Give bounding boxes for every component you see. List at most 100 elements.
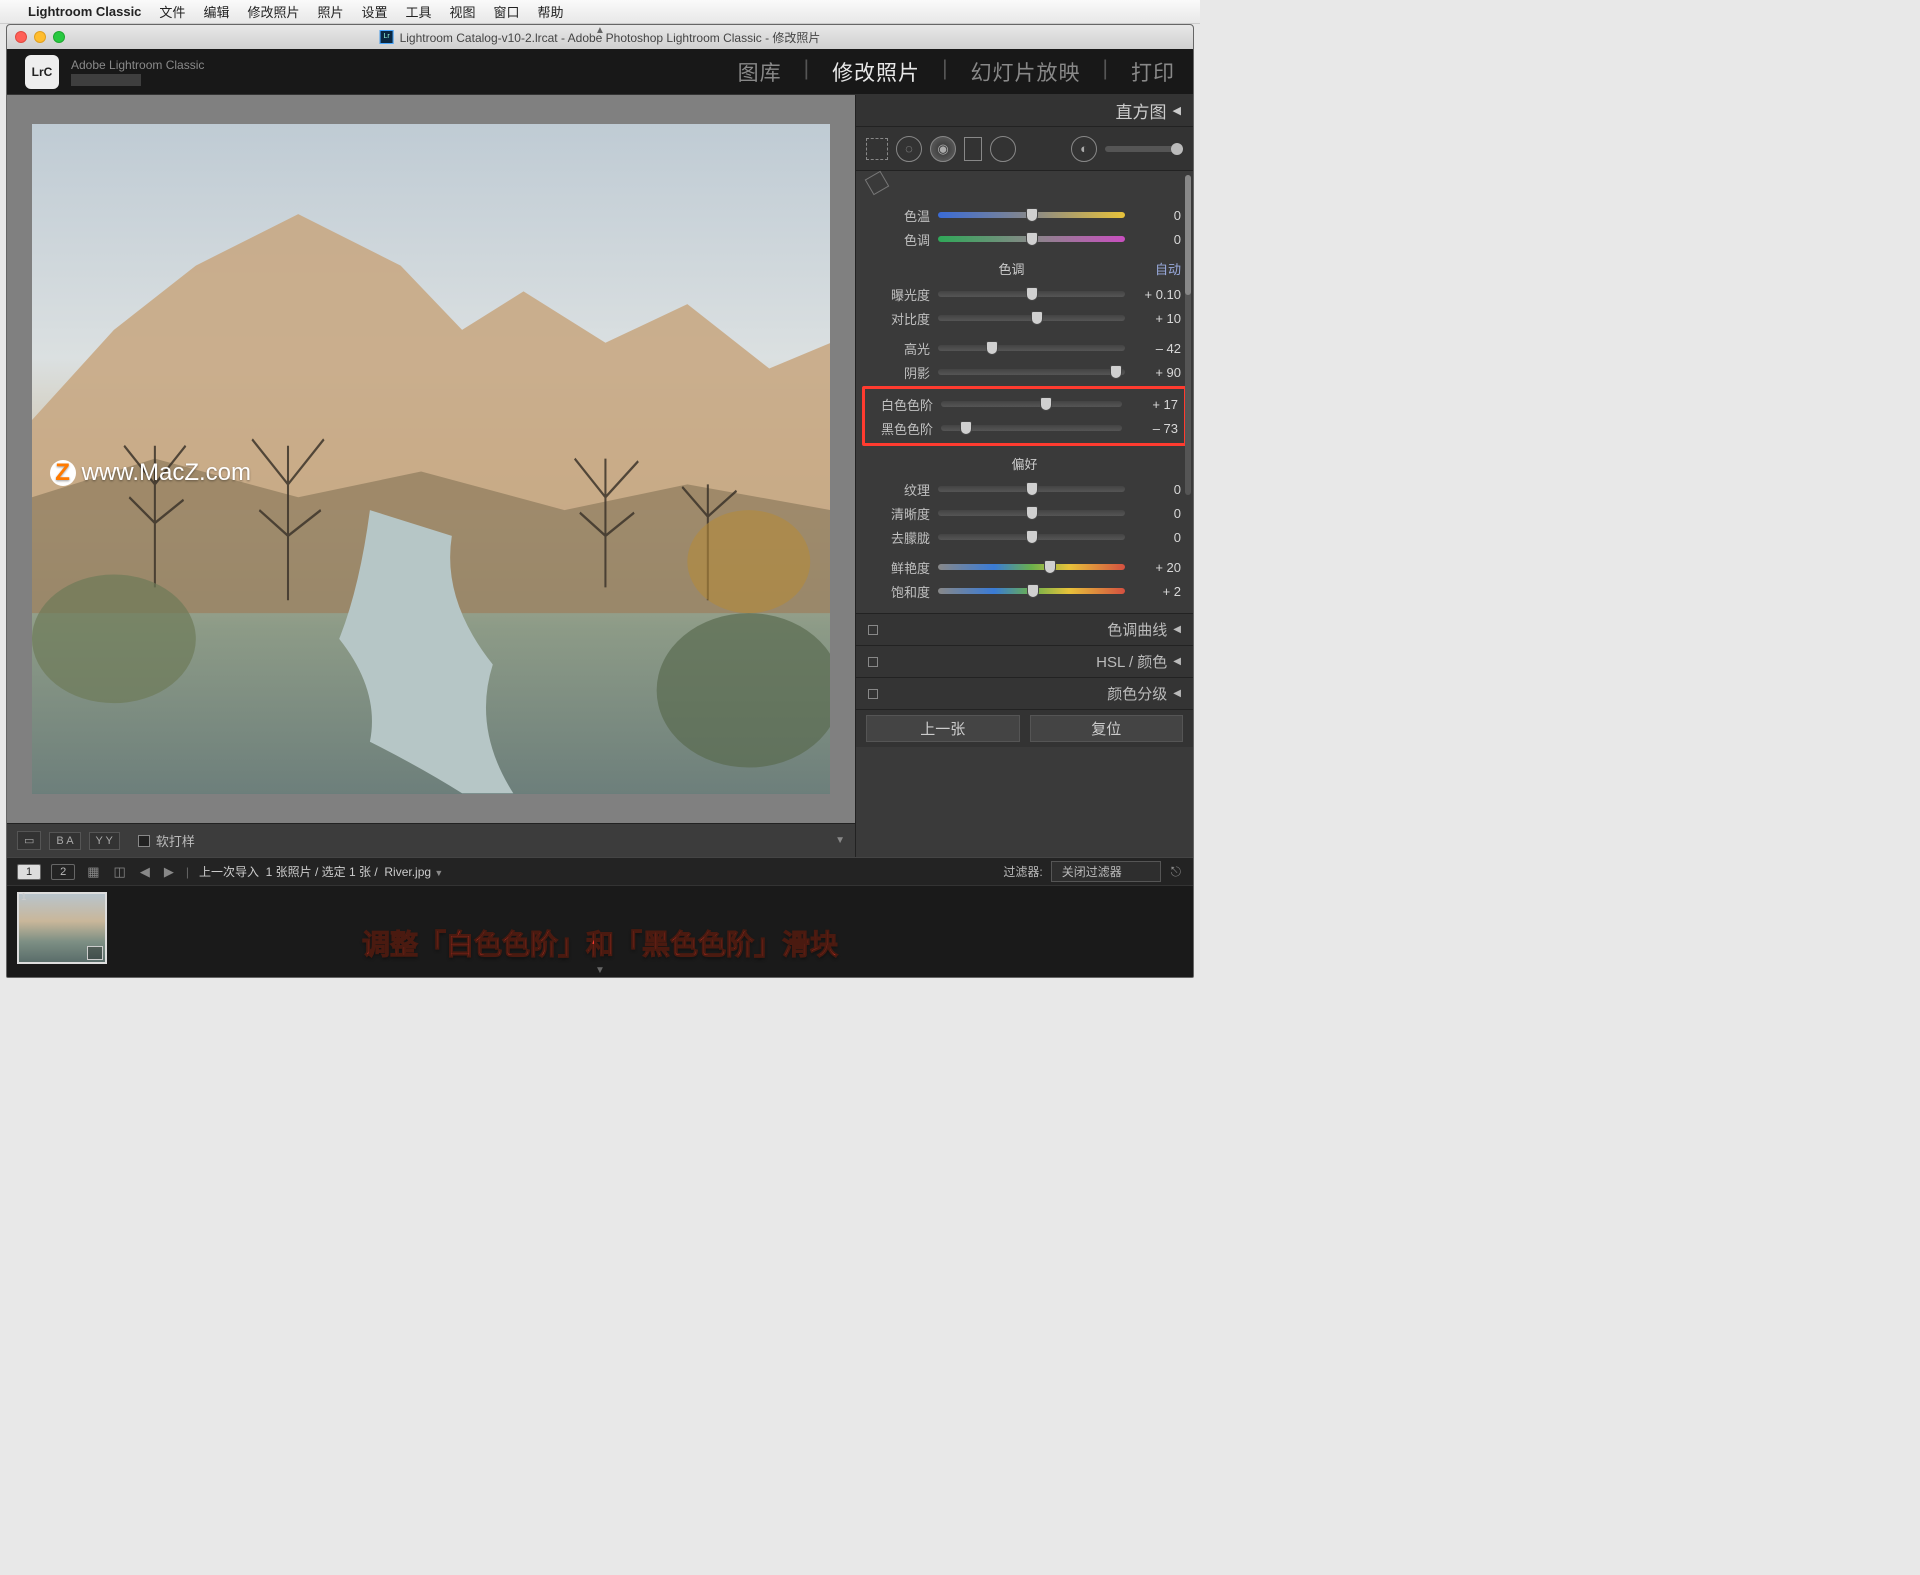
auto-tone-button[interactable]: 自动 [1155, 259, 1181, 278]
right-panel-scrollbar[interactable] [1185, 175, 1191, 495]
filmstrip-thumbnail[interactable]: 1 [17, 892, 107, 964]
texture-slider[interactable]: 纹理 0 [868, 477, 1181, 501]
module-develop[interactable]: 修改照片 [832, 57, 920, 87]
mask-strength-slider[interactable] [1105, 146, 1183, 152]
blacks-slider[interactable]: 黑色色阶 – 73 [865, 416, 1184, 440]
menu-help[interactable]: 帮助 [538, 2, 564, 21]
module-separator: | [804, 57, 810, 87]
module-library[interactable]: 图库 [738, 57, 782, 87]
clarity-slider[interactable]: 清晰度 0 [868, 501, 1181, 525]
tone-curve-panel-header[interactable]: 色调曲线 ◀ [856, 613, 1193, 645]
tint-value[interactable]: 0 [1133, 232, 1181, 247]
collapse-triangle-icon[interactable]: ◀ [1173, 656, 1181, 667]
whites-value[interactable]: + 17 [1130, 397, 1178, 412]
breadcrumb-source[interactable]: 上一次导入 [199, 865, 259, 879]
module-print[interactable]: 打印 [1131, 57, 1175, 87]
view-before-after-lr-button[interactable]: B A [49, 832, 80, 850]
reset-button[interactable]: 复位 [1030, 715, 1184, 742]
panel-toggle-icon[interactable] [868, 625, 878, 635]
loupe-canvas[interactable]: Z www.MacZ.com [7, 95, 855, 823]
color-grading-label: 颜色分级 [1107, 683, 1167, 704]
texture-label: 纹理 [868, 480, 930, 499]
previous-photo-button[interactable]: 上一张 [866, 715, 1020, 742]
spot-removal-tool-icon[interactable]: ◌ [896, 136, 922, 162]
nav-forward-icon[interactable]: ▶ [162, 864, 176, 880]
vibrance-slider[interactable]: 鲜艳度 + 20 [868, 555, 1181, 579]
breadcrumb-filename[interactable]: River.jpg [384, 865, 431, 879]
close-window-button[interactable] [15, 31, 27, 43]
highlights-value[interactable]: – 42 [1133, 341, 1181, 356]
filter-lock-icon[interactable]: ⎋ [1169, 864, 1183, 880]
dehaze-slider[interactable]: 去朦胧 0 [868, 525, 1181, 549]
white-balance-dropper-icon[interactable] [865, 171, 890, 196]
radial-filter-tool-icon[interactable] [990, 136, 1016, 162]
watermark-text: www.MacZ.com [82, 459, 251, 487]
panel-toggle-icon[interactable] [868, 689, 878, 699]
shadows-slider[interactable]: 阴影 + 90 [868, 360, 1181, 384]
exposure-slider[interactable]: 曝光度 + 0.10 [868, 282, 1181, 306]
view-before-after-tb-button[interactable]: Y Y [89, 832, 120, 850]
soft-proof-toggle[interactable]: 软打样 [138, 831, 195, 850]
view-loupe-button[interactable]: ▭ [17, 831, 41, 850]
filmstrip[interactable]: 1 调整「白色色阶」和「黑色色阶」滑块 [7, 885, 1193, 977]
histogram-panel-header[interactable]: 直方图 ◀ [856, 95, 1193, 127]
temp-label: 色温 [868, 206, 930, 225]
view-one-button[interactable]: 1 [17, 864, 41, 880]
menu-develop[interactable]: 修改照片 [247, 2, 299, 21]
vibrance-value[interactable]: + 20 [1133, 560, 1181, 575]
color-grading-panel-header[interactable]: 颜色分级 ◀ [856, 677, 1193, 709]
menu-edit[interactable]: 编辑 [203, 2, 229, 21]
menu-app-name[interactable]: Lightroom Classic [28, 4, 141, 19]
watermark: Z www.MacZ.com [50, 459, 251, 487]
hsl-panel-header[interactable]: HSL / 颜色 ◀ [856, 645, 1193, 677]
saturation-slider[interactable]: 饱和度 + 2 [868, 579, 1181, 603]
contrast-value[interactable]: + 10 [1133, 311, 1181, 326]
module-slideshow[interactable]: 幻灯片放映 [971, 57, 1081, 87]
panel-toggle-icon[interactable] [868, 657, 878, 667]
compare-view-icon[interactable]: ◫ [112, 864, 128, 880]
filter-select[interactable]: 关闭过滤器 [1051, 861, 1161, 882]
shadows-value[interactable]: + 90 [1133, 365, 1181, 380]
temp-slider[interactable]: 色温 0 [868, 203, 1181, 227]
nav-back-icon[interactable]: ◀ [138, 864, 152, 880]
checkbox-icon[interactable] [138, 835, 150, 847]
highlights-slider[interactable]: 高光 – 42 [868, 336, 1181, 360]
breadcrumb-dropdown-icon[interactable]: ▼ [434, 868, 443, 878]
top-panel-handle-icon[interactable]: ▲ [595, 25, 605, 36]
menu-tools[interactable]: 工具 [406, 2, 432, 21]
contrast-slider[interactable]: 对比度 + 10 [868, 306, 1181, 330]
texture-value[interactable]: 0 [1133, 482, 1181, 497]
collapse-triangle-icon[interactable]: ◀ [1173, 624, 1181, 635]
menu-settings[interactable]: 设置 [361, 2, 387, 21]
crop-tool-icon[interactable] [866, 138, 888, 160]
highlights-label: 高光 [868, 339, 930, 358]
exposure-value[interactable]: + 0.10 [1133, 287, 1181, 302]
graduated-filter-tool-icon[interactable] [964, 137, 982, 161]
histogram-label: 直方图 [1116, 98, 1167, 123]
minimize-window-button[interactable] [34, 31, 46, 43]
menu-view[interactable]: 视图 [450, 2, 476, 21]
zoom-window-button[interactable] [53, 31, 65, 43]
dehaze-value[interactable]: 0 [1133, 530, 1181, 545]
view-two-button[interactable]: 2 [51, 864, 75, 880]
tint-slider[interactable]: 色调 0 [868, 227, 1181, 251]
bottom-panel-handle-icon[interactable]: ▼ [595, 965, 605, 976]
menu-file[interactable]: 文件 [159, 2, 185, 21]
soft-proof-label: 软打样 [156, 831, 195, 850]
photo-preview[interactable]: Z www.MacZ.com [32, 124, 831, 793]
redeye-tool-icon[interactable]: ◉ [930, 136, 956, 162]
blacks-value[interactable]: – 73 [1130, 421, 1178, 436]
saturation-value[interactable]: + 2 [1133, 584, 1181, 599]
develop-nav-buttons: 上一张 复位 [856, 709, 1193, 747]
collapse-triangle-icon[interactable]: ◀ [1173, 104, 1181, 117]
menu-photo[interactable]: 照片 [317, 2, 343, 21]
temp-value[interactable]: 0 [1133, 208, 1181, 223]
clarity-value[interactable]: 0 [1133, 506, 1181, 521]
brush-tool-icon[interactable]: ◐ [1071, 136, 1097, 162]
collapse-triangle-icon[interactable]: ◀ [1173, 688, 1181, 699]
whites-slider[interactable]: 白色色阶 + 17 [865, 392, 1184, 416]
toolbar-collapse-icon[interactable]: ▼ [835, 835, 845, 846]
menu-window[interactable]: 窗口 [494, 2, 520, 21]
grid-view-icon[interactable]: ▦ [85, 864, 101, 880]
body-area: ▶ [7, 95, 1193, 857]
